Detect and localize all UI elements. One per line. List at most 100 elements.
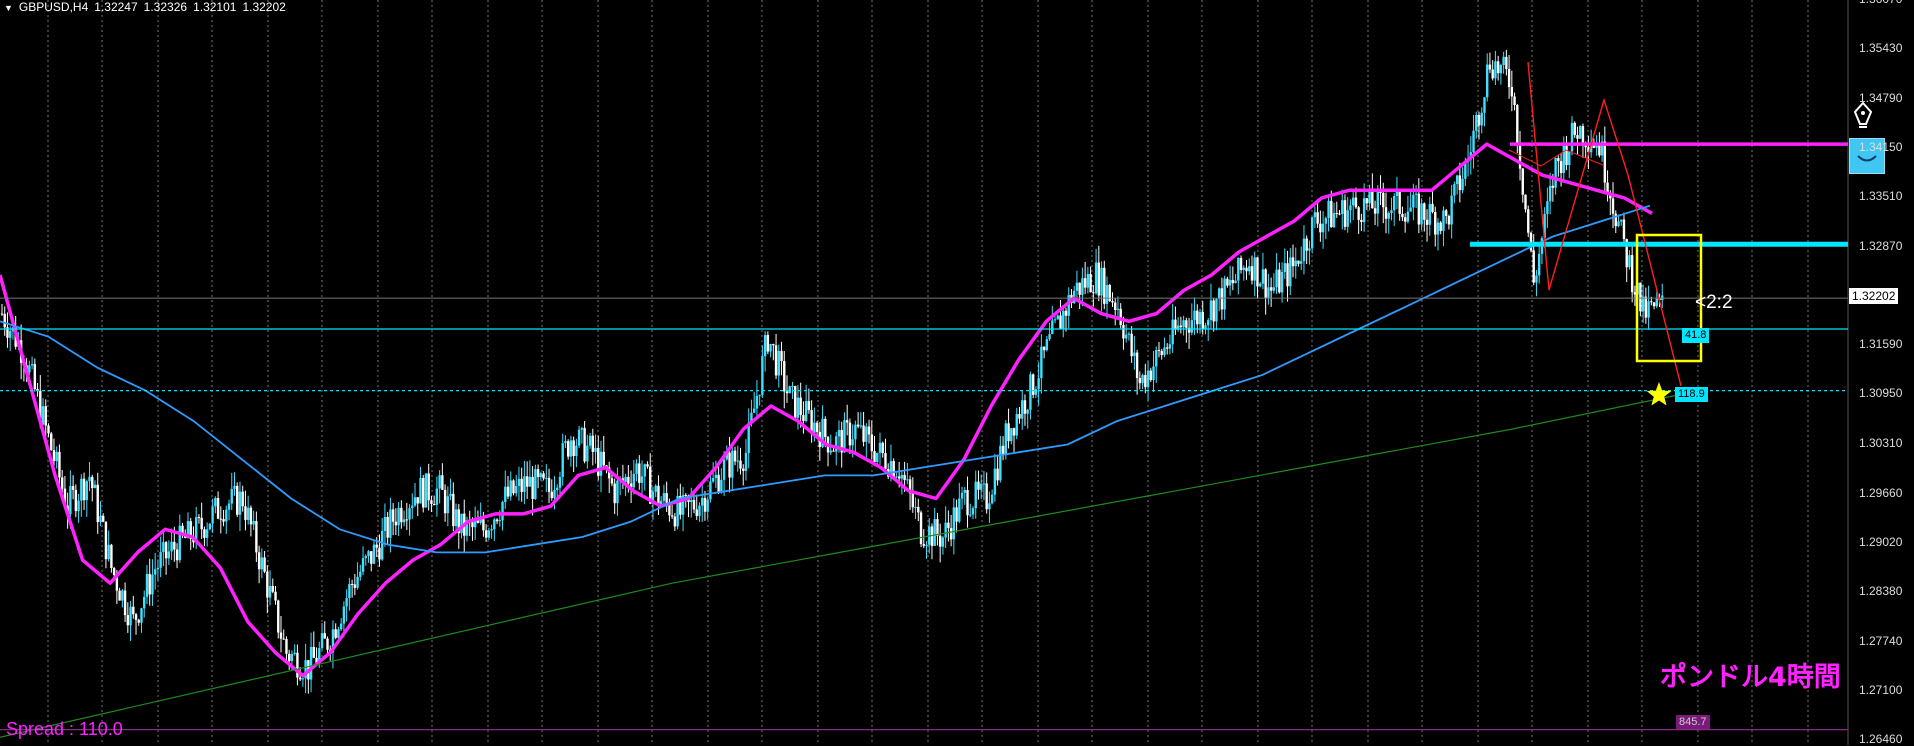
- candle-body: [640, 476, 644, 483]
- candle-body: [1507, 69, 1511, 88]
- candle-body: [829, 450, 832, 453]
- candle-body: [372, 544, 376, 564]
- candle-body: [422, 477, 425, 508]
- candle-body: [246, 507, 250, 520]
- candle-body: [1513, 96, 1516, 105]
- candle-body: [1089, 274, 1092, 293]
- candle-body: [241, 491, 244, 507]
- candle-body: [1051, 320, 1054, 335]
- candle-body: [1409, 207, 1412, 212]
- candle-body: [695, 509, 698, 517]
- candle-body: [279, 632, 283, 639]
- star-icon: [1646, 382, 1672, 406]
- candle-body: [1641, 296, 1645, 312]
- candle-body: [624, 476, 627, 482]
- candle-body: [1535, 275, 1538, 283]
- candle-body: [960, 492, 964, 499]
- candle-body: [129, 606, 132, 626]
- candle-body: [397, 507, 400, 526]
- candle-body: [963, 489, 966, 493]
- candle-body: [104, 521, 108, 560]
- candle-body: [394, 521, 398, 526]
- candle-body: [1204, 325, 1207, 329]
- candle-body: [1138, 377, 1142, 384]
- price-tick-label: 1.28380: [1859, 584, 1903, 599]
- pen-icon[interactable]: [1852, 101, 1874, 132]
- candle-body: [903, 474, 906, 480]
- candle-body: [1475, 114, 1478, 131]
- candle-body: [1559, 161, 1563, 173]
- candle-body: [933, 519, 936, 546]
- candle-body: [1253, 257, 1256, 281]
- candle-body: [408, 508, 411, 520]
- candle-body: [214, 498, 217, 507]
- candle-body: [175, 549, 179, 561]
- candle-body: [205, 529, 209, 538]
- candle-body: [200, 517, 203, 530]
- candle-body: [1360, 219, 1363, 223]
- candle-body: [1573, 122, 1576, 136]
- candle-body: [1341, 200, 1344, 215]
- candle-body: [1267, 287, 1270, 299]
- candle-body: [244, 506, 247, 520]
- candle-body: [1499, 65, 1503, 74]
- candle-body: [337, 629, 340, 638]
- candle-body: [1250, 266, 1254, 281]
- spread-label: Spread : 110.0: [6, 719, 123, 739]
- candle-body: [1226, 278, 1229, 286]
- candle-body: [170, 541, 173, 552]
- candle-body: [1319, 223, 1322, 233]
- candle-body: [1505, 56, 1508, 70]
- current-price-label: 1.32202: [1849, 288, 1899, 304]
- candle-body: [454, 509, 458, 527]
- candle-body: [1261, 269, 1265, 284]
- candle-body: [1447, 215, 1451, 225]
- candle-body: [925, 544, 928, 546]
- candle-body: [498, 520, 502, 522]
- candle-body: [1097, 262, 1101, 296]
- candle-body: [1436, 222, 1440, 235]
- candle-body: [1114, 302, 1117, 310]
- candle-body: [1324, 218, 1328, 224]
- dropdown-triangle-icon[interactable]: ▼: [4, 3, 13, 13]
- candle-body: [580, 428, 584, 430]
- candle-body: [1362, 198, 1366, 223]
- candle-body: [673, 516, 677, 527]
- candle-body: [504, 486, 507, 502]
- candle-body: [28, 365, 31, 373]
- candle-body: [1056, 315, 1059, 320]
- candle-body: [99, 516, 102, 523]
- symbol-header: ▼ GBPUSD,H4 1.32247 1.32326 1.32101 1.32202: [4, 0, 292, 14]
- candle-body: [837, 429, 841, 437]
- candle-body: [736, 460, 739, 462]
- candle-body: [1570, 122, 1574, 152]
- candle-body: [391, 509, 395, 522]
- candle-body: [900, 474, 904, 479]
- candle-body: [1598, 144, 1601, 156]
- candle-body: [148, 573, 151, 595]
- candle-body: [93, 484, 97, 488]
- candle-body: [137, 619, 140, 623]
- candle-body: [1461, 178, 1464, 191]
- candle-body: [140, 608, 143, 623]
- candle-body: [1420, 203, 1423, 225]
- price-tick-label: 1.27100: [1859, 683, 1903, 698]
- candle-body: [1062, 310, 1065, 329]
- candle-body: [952, 507, 956, 540]
- candle-body: [356, 576, 359, 588]
- candle-body: [367, 551, 370, 557]
- candle-body: [1152, 366, 1155, 380]
- candle-body: [720, 479, 723, 492]
- candle-body: [1617, 221, 1620, 227]
- candle-body: [1094, 262, 1098, 294]
- candle-body: [569, 440, 573, 457]
- candle-body: [698, 505, 701, 517]
- candle-body: [1004, 423, 1008, 455]
- candle-body: [438, 475, 441, 489]
- candle-body: [293, 652, 296, 654]
- candle-body: [1327, 200, 1330, 219]
- candle-body: [575, 445, 578, 456]
- candle-body: [955, 507, 958, 522]
- price-chart[interactable]: [0, 0, 1914, 745]
- candle-body: [1382, 192, 1385, 208]
